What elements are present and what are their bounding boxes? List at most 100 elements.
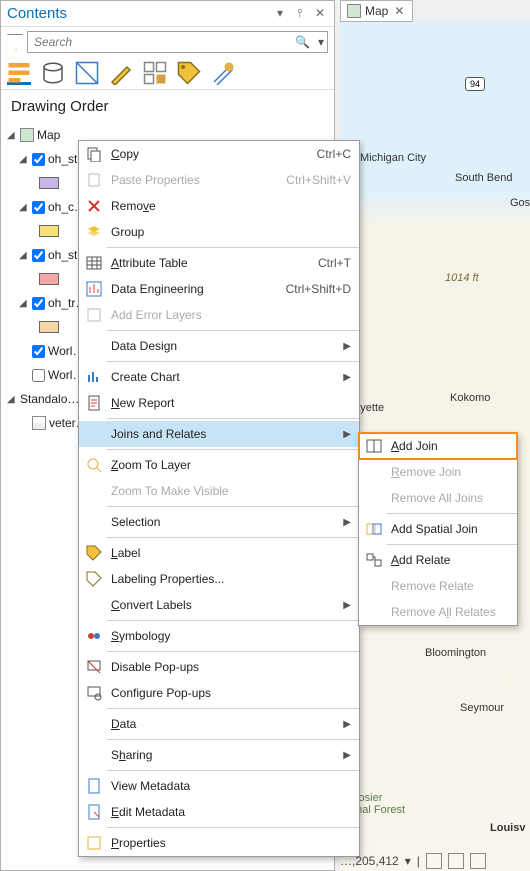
remove-icon — [83, 198, 105, 214]
menu-copy[interactable]: CCopyopyCtrl+C — [79, 141, 359, 167]
collapse-icon[interactable]: ◢ — [19, 250, 29, 261]
color-swatch — [39, 225, 59, 237]
menu-zoom-to-layer[interactable]: Zoom To Layer — [79, 452, 359, 478]
submenu-arrow-icon: ▶ — [343, 372, 351, 383]
menu-paste-properties: Paste PropertiesCtrl+Shift+V — [79, 167, 359, 193]
collapse-icon[interactable]: ◢ — [19, 154, 29, 165]
menu-zoom-to-make-visible: Zoom To Make Visible — [79, 478, 359, 504]
layer-checkbox[interactable] — [32, 249, 45, 262]
menu-text: Selection — [111, 515, 343, 529]
submenu-remove-all-joins: Remove All Joins — [359, 485, 517, 511]
menu-label[interactable]: Label — [79, 540, 359, 566]
submenu-arrow-icon: ▶ — [343, 517, 351, 528]
submenu-remove-all-relates: Remove All Relates — [359, 599, 517, 625]
city-label: Louisv — [490, 822, 525, 834]
list-by-tabs — [1, 57, 334, 90]
dropdown-icon[interactable]: ▾ — [272, 6, 288, 22]
menu-separator — [107, 708, 359, 709]
menu-text: Data Design — [111, 339, 343, 353]
submenu-remove-join: Remove Join — [359, 459, 517, 485]
scale-value: …,205,412 — [340, 854, 399, 868]
menu-separator — [107, 537, 359, 538]
layer-checkbox[interactable] — [32, 297, 45, 310]
menu-joins-and-relates[interactable]: Joins and Relates▶ — [79, 421, 359, 447]
submenu-add-join[interactable]: Add Join — [359, 433, 517, 459]
menu-text: Group — [111, 225, 351, 239]
submenu-add-relate[interactable]: Add Relate — [359, 547, 517, 573]
menu-sharing[interactable]: Sharing▶ — [79, 742, 359, 768]
menu-attribute-table[interactable]: Attribute TableCtrl+T — [79, 250, 359, 276]
menu-create-chart[interactable]: Create Chart▶ — [79, 364, 359, 390]
search-input[interactable] — [27, 31, 328, 53]
report-icon — [83, 395, 105, 411]
menu-separator — [107, 247, 359, 248]
list-by-snapping-tab[interactable] — [143, 61, 167, 85]
menu-labeling-properties[interactable]: Labeling Properties... — [79, 566, 359, 592]
list-by-editing-tab[interactable] — [109, 61, 133, 85]
filter-icon[interactable] — [7, 34, 23, 50]
menu-text: Add Spatial Join — [391, 522, 509, 536]
menu-hotkey: Ctrl+Shift+D — [286, 282, 351, 296]
menu-selection[interactable]: Selection▶ — [79, 509, 359, 535]
collapse-icon[interactable]: ◢ — [7, 394, 17, 405]
layer-context-menu: CCopyopyCtrl+C Paste PropertiesCtrl+Shif… — [78, 140, 360, 857]
menu-new-report[interactable]: New Report — [79, 390, 359, 416]
status-tool-icon[interactable] — [426, 853, 442, 869]
menu-convert-labels[interactable]: Convert Labels▶ — [79, 592, 359, 618]
submenu-add-spatial-join[interactable]: Add Spatial Join — [359, 516, 517, 542]
layer-checkbox[interactable] — [32, 345, 45, 358]
data-engineering-icon — [83, 281, 105, 297]
layer-checkbox[interactable] — [32, 201, 45, 214]
city-label: Seymour — [460, 702, 504, 714]
menu-text: Convert Labels — [111, 598, 343, 612]
menu-add-error-layers: Add Error Layers — [79, 302, 359, 328]
menu-data-engineering[interactable]: Data EngineeringCtrl+Shift+D — [79, 276, 359, 302]
map-tab[interactable]: Map ✕ — [340, 0, 413, 22]
search-row: 🔍 ▾ — [1, 27, 334, 57]
layer-checkbox[interactable] — [32, 153, 45, 166]
menu-separator — [107, 506, 359, 507]
menu-symbology[interactable]: Symbology — [79, 623, 359, 649]
scale-caret-icon[interactable]: ▾ — [405, 854, 411, 868]
menu-disable-popups[interactable]: Disable Pop-ups — [79, 654, 359, 680]
status-tool-icon[interactable] — [448, 853, 464, 869]
map-icon — [347, 4, 361, 18]
close-icon[interactable]: ✕ — [392, 4, 406, 18]
list-by-selection-tab[interactable] — [75, 61, 99, 85]
layer-checkbox[interactable] — [32, 369, 45, 382]
pane-buttons: ▾ ⫯ ✕ — [272, 6, 328, 22]
collapse-icon[interactable]: ◢ — [19, 202, 29, 213]
city-label: Michigan City — [360, 152, 426, 164]
list-by-perception-tab[interactable] — [211, 61, 235, 85]
close-icon[interactable]: ✕ — [312, 6, 328, 22]
label-icon — [83, 545, 105, 561]
standalone-label: Standalo… — [20, 392, 79, 406]
menu-separator — [107, 770, 359, 771]
list-by-source-tab[interactable] — [41, 61, 65, 85]
menu-properties[interactable]: Properties — [79, 830, 359, 856]
pin-icon[interactable]: ⫯ — [292, 6, 308, 22]
list-by-drawing-order-tab[interactable] — [7, 61, 31, 85]
zoom-icon — [83, 457, 105, 473]
menu-data[interactable]: Data▶ — [79, 711, 359, 737]
menu-text: Add Relate — [391, 553, 509, 567]
menu-remove[interactable]: Remove — [79, 193, 359, 219]
status-tool-icon[interactable] — [470, 853, 486, 869]
list-by-labeling-tab[interactable] — [177, 61, 201, 85]
menu-text: New Report — [111, 396, 351, 410]
menu-text: Attribute Table — [111, 256, 318, 270]
menu-view-metadata[interactable]: View Metadata — [79, 773, 359, 799]
collapse-icon[interactable]: ◢ — [7, 130, 17, 141]
menu-separator — [107, 620, 359, 621]
menu-text: Remove — [111, 199, 351, 213]
symbology-icon — [83, 628, 105, 644]
menu-group[interactable]: Group — [79, 219, 359, 245]
elevation-label: 1014 ft — [445, 272, 479, 284]
collapse-icon[interactable]: ◢ — [19, 298, 29, 309]
menu-edit-metadata[interactable]: Edit Metadata — [79, 799, 359, 825]
properties-icon — [83, 835, 105, 851]
menu-configure-popups[interactable]: Configure Pop-ups — [79, 680, 359, 706]
pane-header: Contents ▾ ⫯ ✕ — [1, 1, 334, 27]
menu-text: Data — [111, 717, 343, 731]
menu-data-design[interactable]: Data Design▶ — [79, 333, 359, 359]
